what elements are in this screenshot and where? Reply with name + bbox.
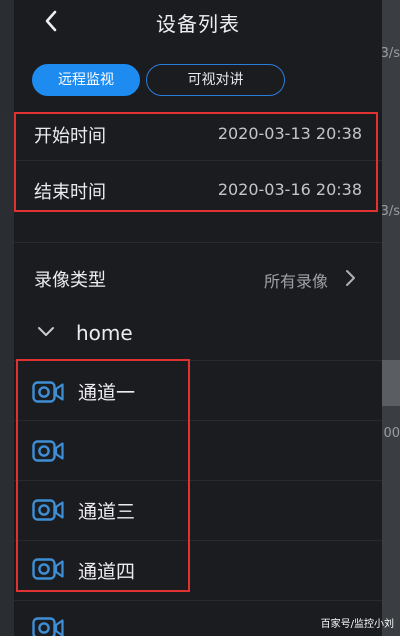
watermark: 百家号/监控小刘	[320, 619, 394, 630]
camera-icon	[32, 558, 64, 580]
page-title: 设备列表	[156, 12, 240, 36]
channel-item[interactable]: 通道三	[14, 482, 382, 540]
camera-icon	[32, 499, 64, 521]
divider	[14, 540, 382, 541]
channel-name: 通道一	[78, 382, 136, 404]
background-app-left-edge	[0, 0, 14, 636]
start-time-label: 开始时间	[34, 126, 106, 147]
start-time-row[interactable]: 开始时间 2020-03-13 20:38	[14, 112, 382, 156]
channel-name: 通道四	[78, 561, 136, 583]
start-time-value[interactable]: 2020-03-13 20:38	[218, 124, 362, 143]
record-type-label: 录像类型	[34, 270, 106, 291]
tab-remote-monitor[interactable]: 远程监视	[32, 64, 140, 96]
chevron-down-icon	[38, 327, 54, 336]
background-text-fragment: 3/s	[380, 204, 400, 219]
camera-icon	[32, 617, 64, 636]
end-time-value[interactable]: 2020-03-16 20:38	[218, 180, 362, 199]
divider	[14, 242, 382, 243]
background-list-row	[382, 360, 400, 406]
divider	[14, 600, 382, 601]
record-type-row[interactable]: 录像类型 所有录像	[14, 256, 382, 300]
camera-icon	[32, 440, 64, 462]
chevron-right-icon	[346, 270, 355, 286]
device-list-panel: 设备列表 远程监视 可视对讲 开始时间 2020-03-13 20:38 结束时…	[14, 0, 382, 636]
channel-item[interactable]: 通道一	[14, 362, 382, 420]
background-text-fragment: 00	[383, 426, 400, 441]
tab-video-intercom[interactable]: 可视对讲	[146, 64, 285, 96]
channel-item[interactable]	[14, 422, 382, 480]
record-type-value: 所有录像	[263, 272, 328, 291]
divider	[14, 360, 382, 361]
header-bar: 设备列表	[14, 0, 382, 44]
end-time-row[interactable]: 结束时间 2020-03-16 20:38	[14, 168, 382, 212]
background-app-right-edge: 3/s 3/s 00	[380, 0, 400, 636]
camera-icon	[32, 381, 64, 403]
background-text-fragment: 3/s	[380, 46, 400, 61]
divider	[14, 160, 382, 161]
channel-item[interactable]: 通道四	[14, 542, 382, 600]
group-home-header[interactable]: home	[14, 312, 382, 356]
divider	[14, 480, 382, 481]
group-name: home	[76, 321, 133, 345]
divider	[14, 420, 382, 421]
end-time-label: 结束时间	[34, 182, 106, 203]
channel-name: 通道三	[78, 501, 136, 523]
